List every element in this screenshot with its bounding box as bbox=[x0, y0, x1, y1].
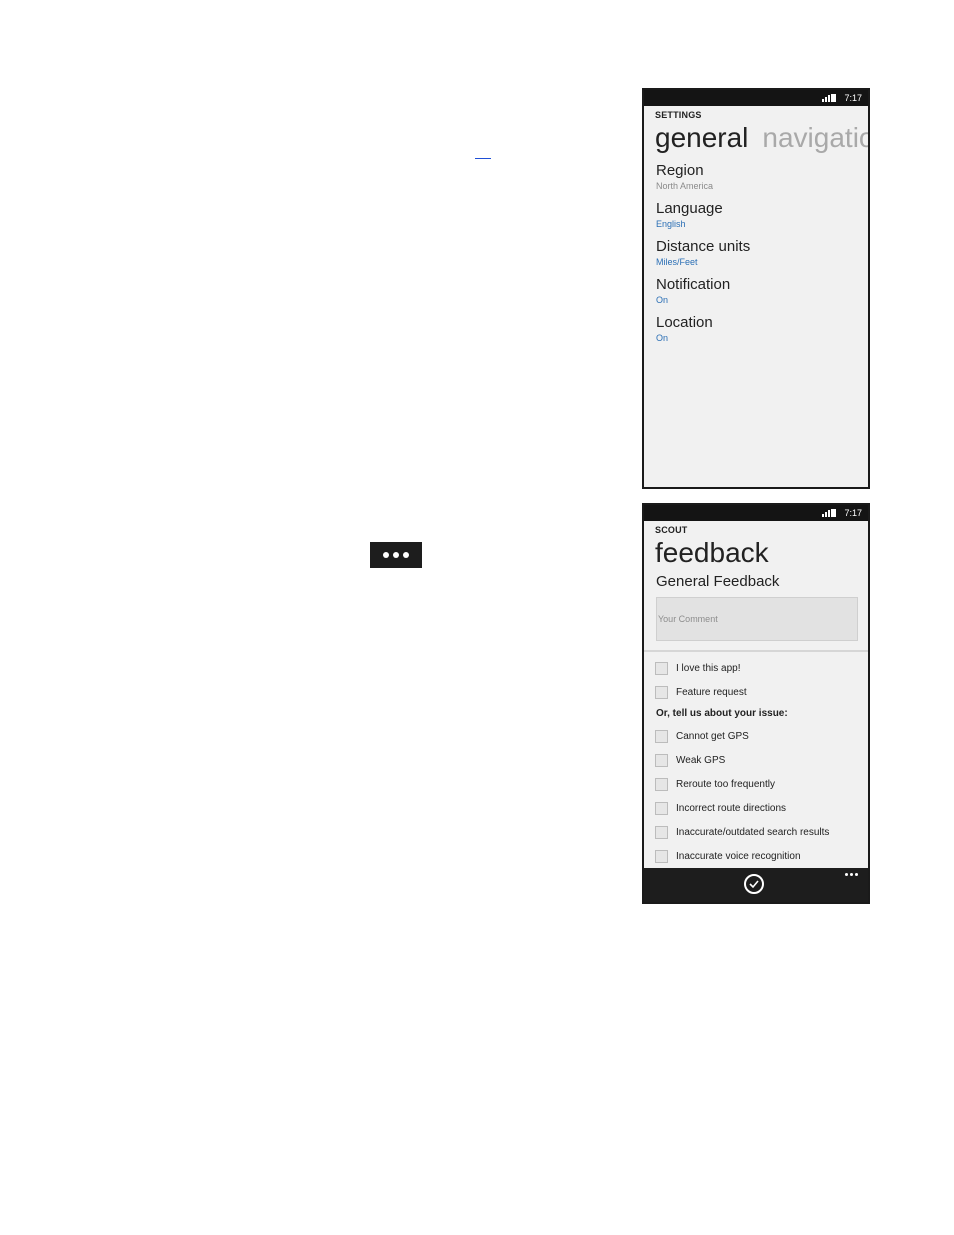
checkbox-icon[interactable] bbox=[655, 777, 668, 791]
checkbox-issue[interactable]: Inaccurate voice recognition bbox=[644, 844, 868, 868]
ellipsis-icon bbox=[370, 542, 422, 568]
checkbox-issue[interactable]: Inaccurate/outdated search results bbox=[644, 820, 868, 844]
checkbox-issue[interactable]: Cannot get GPS bbox=[644, 724, 868, 748]
pivot-item-navigation[interactable]: navigatio bbox=[762, 120, 868, 156]
feedback-phone-screen: 7:17 SCOUT feedback General Feedback I l… bbox=[642, 503, 870, 904]
setting-name: Region bbox=[656, 162, 704, 179]
checkbox-issue[interactable]: Weak GPS bbox=[644, 748, 868, 772]
checkbox-issue[interactable]: Reroute too frequently bbox=[644, 772, 868, 796]
setting-name: Notification bbox=[656, 276, 731, 293]
setting-notification[interactable]: Notification On bbox=[644, 276, 868, 308]
checkbox-label: Reroute too frequently bbox=[676, 778, 775, 790]
issue-heading: Or, tell us about your issue: bbox=[656, 708, 788, 719]
setting-location[interactable]: Location On bbox=[644, 314, 868, 346]
checkbox-label: Weak GPS bbox=[676, 754, 726, 766]
setting-value: On bbox=[656, 333, 669, 343]
checkbox-love-app[interactable]: I love this app! bbox=[644, 656, 868, 680]
status-bar: 7:17 bbox=[644, 90, 868, 106]
setting-value: North America bbox=[656, 181, 714, 191]
settings-phone-screen: 7:17 SETTINGS general navigatio Region No… bbox=[642, 88, 870, 489]
checkbox-icon[interactable] bbox=[655, 801, 668, 815]
checkbox-label: I love this app! bbox=[676, 662, 741, 674]
ellipsis-icon[interactable] bbox=[845, 873, 858, 876]
pivot-item-general[interactable]: general bbox=[655, 120, 748, 156]
checkbox-icon[interactable] bbox=[655, 753, 668, 767]
status-time: 7:17 bbox=[844, 93, 862, 103]
comment-input[interactable] bbox=[657, 598, 857, 640]
checkbox-issue[interactable]: Incorrect route directions bbox=[644, 796, 868, 820]
setting-value: English bbox=[656, 219, 686, 229]
checkbox-icon[interactable] bbox=[655, 685, 668, 699]
setting-name: Language bbox=[656, 200, 723, 217]
app-title: SCOUT bbox=[655, 525, 688, 535]
setting-region[interactable]: Region North America bbox=[644, 162, 868, 194]
setting-value: Miles/Feet bbox=[656, 257, 698, 267]
setting-name: Location bbox=[656, 314, 713, 331]
document-link-underline[interactable] bbox=[475, 158, 491, 159]
status-time: 7:17 bbox=[844, 508, 862, 518]
checkbox-label: Inaccurate voice recognition bbox=[676, 850, 801, 862]
checkbox-label: Inaccurate/outdated search results bbox=[676, 826, 830, 838]
app-bar bbox=[644, 868, 868, 902]
check-circle-icon[interactable] bbox=[744, 874, 764, 894]
checkbox-icon[interactable] bbox=[655, 661, 668, 675]
checkbox-icon[interactable] bbox=[655, 849, 668, 863]
status-bar: 7:17 bbox=[644, 505, 868, 521]
signal-battery-icon bbox=[822, 509, 836, 517]
setting-value: On bbox=[656, 295, 669, 305]
setting-distance-units[interactable]: Distance units Miles/Feet bbox=[644, 238, 868, 270]
pivot-header: general navigatio bbox=[644, 120, 868, 156]
checkbox-label: Feature request bbox=[676, 686, 747, 698]
checkbox-icon[interactable] bbox=[655, 825, 668, 839]
setting-language[interactable]: Language English bbox=[644, 200, 868, 232]
page-title: feedback bbox=[655, 537, 769, 568]
setting-name: Distance units bbox=[656, 238, 751, 255]
comment-field-container bbox=[656, 597, 858, 641]
checkbox-label: Incorrect route directions bbox=[676, 802, 787, 814]
section-title: General Feedback bbox=[656, 573, 780, 590]
checkbox-icon[interactable] bbox=[655, 729, 668, 743]
signal-battery-icon bbox=[822, 94, 836, 102]
checkbox-label: Cannot get GPS bbox=[676, 730, 749, 742]
checkbox-feature-request[interactable]: Feature request bbox=[644, 680, 868, 704]
app-title: SETTINGS bbox=[655, 110, 702, 120]
